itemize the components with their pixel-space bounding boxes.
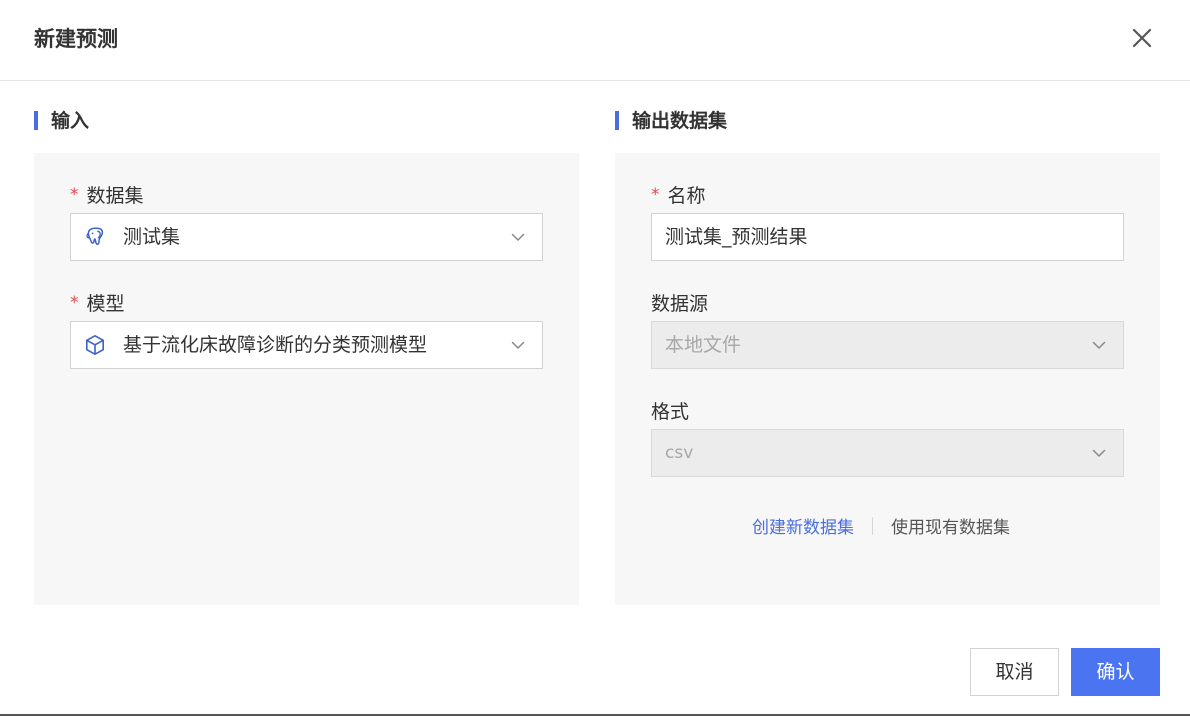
dataset-mode-links: 创建新数据集 使用现有数据集 bbox=[752, 514, 1010, 542]
model-select-value: 基于流化床故障诊断的分类预测模型 bbox=[123, 334, 428, 356]
model-select[interactable]: 基于流化床故障诊断的分类预测模型 bbox=[70, 321, 543, 369]
dialog-header: 新建预测 bbox=[0, 0, 1190, 81]
datasource-select-value: 本地文件 bbox=[665, 334, 742, 356]
chevron-down-icon bbox=[511, 341, 525, 349]
cube-icon bbox=[86, 335, 104, 355]
close-button[interactable] bbox=[1128, 24, 1156, 52]
section-title-output-text: 输出数据集 bbox=[632, 110, 728, 132]
dialog-title: 新建预测 bbox=[34, 27, 118, 51]
cancel-button[interactable]: 取消 bbox=[970, 648, 1059, 696]
format-select: csv bbox=[651, 429, 1124, 477]
link-divider bbox=[872, 517, 873, 535]
dataset-label: * 数据集 bbox=[70, 183, 144, 210]
section-title-input-text: 输入 bbox=[51, 110, 90, 132]
confirm-button[interactable]: 确认 bbox=[1071, 648, 1160, 696]
required-mark: * bbox=[651, 185, 660, 205]
model-label-text: 模型 bbox=[86, 293, 125, 315]
name-label-text: 名称 bbox=[667, 185, 706, 207]
section-accent-bar bbox=[615, 111, 619, 130]
required-mark: * bbox=[70, 293, 79, 313]
format-select-value: csv bbox=[665, 443, 694, 463]
section-title-input: 输入 bbox=[34, 108, 89, 134]
chevron-down-icon bbox=[511, 233, 525, 241]
dataset-select-value: 测试集 bbox=[123, 226, 181, 248]
dataset-select[interactable]: 测试集 bbox=[70, 213, 543, 261]
dataset-label-text: 数据集 bbox=[86, 185, 144, 207]
format-label: 格式 bbox=[651, 401, 690, 423]
use-existing-dataset-link[interactable]: 使用现有数据集 bbox=[891, 518, 1010, 538]
create-dataset-link[interactable]: 创建新数据集 bbox=[752, 518, 854, 538]
close-icon bbox=[1132, 28, 1152, 48]
datasource-label: 数据源 bbox=[651, 293, 709, 315]
required-mark: * bbox=[70, 185, 79, 205]
model-label: * 模型 bbox=[70, 291, 125, 318]
section-title-output: 输出数据集 bbox=[615, 108, 727, 134]
name-input[interactable]: 测试集_预测结果 bbox=[651, 213, 1124, 261]
postgresql-elephant-icon bbox=[86, 227, 104, 246]
datasource-select: 本地文件 bbox=[651, 321, 1124, 369]
chevron-down-icon bbox=[1092, 449, 1106, 457]
name-label: * 名称 bbox=[651, 183, 706, 210]
chevron-down-icon bbox=[1092, 341, 1106, 349]
name-input-value: 测试集_预测结果 bbox=[665, 226, 808, 248]
section-accent-bar bbox=[34, 111, 38, 130]
